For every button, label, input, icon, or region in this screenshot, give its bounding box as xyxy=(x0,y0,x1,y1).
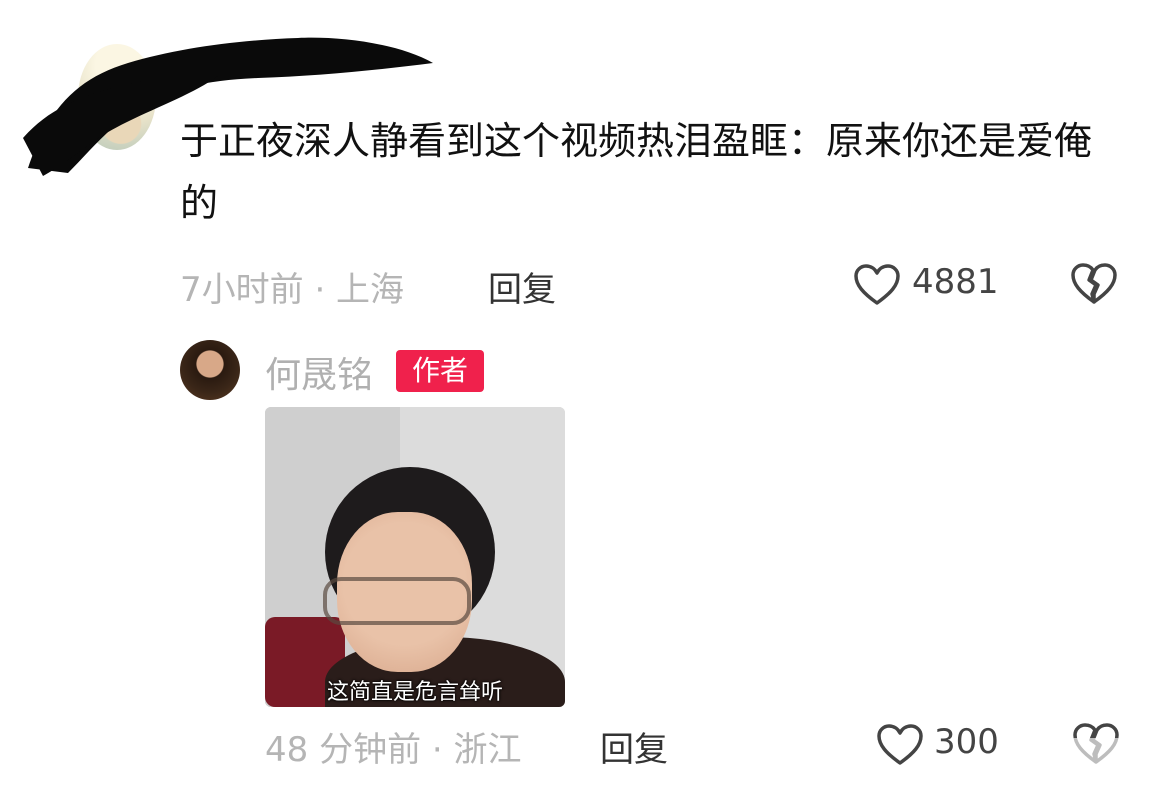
like-count: 300 xyxy=(934,722,999,762)
reply-button[interactable]: 回复 xyxy=(600,722,668,771)
watermark-overlay xyxy=(1000,738,1150,768)
reply-image[interactable]: 这简直是危言耸听 xyxy=(265,407,565,707)
broken-heart-icon[interactable] xyxy=(1070,262,1118,306)
author-avatar[interactable] xyxy=(180,340,240,400)
author-name[interactable]: 何晟铭 xyxy=(265,346,373,398)
image-caption: 这简直是危言耸听 xyxy=(326,680,503,705)
heart-outline-icon[interactable] xyxy=(853,263,901,307)
author-badge: 作者 xyxy=(396,350,484,392)
comment-time-location: 7小时前 · 上海 xyxy=(180,270,405,310)
comment-text: 于正夜深人静看到这个视频热泪盈眶：原来你还是爱俺的 xyxy=(180,119,1093,225)
reply-button[interactable]: 回复 xyxy=(488,262,556,311)
reply-time-location: 48 分钟前 · 浙江 xyxy=(265,730,522,770)
heart-outline-icon[interactable] xyxy=(876,723,924,767)
like-count: 4881 xyxy=(912,262,999,302)
